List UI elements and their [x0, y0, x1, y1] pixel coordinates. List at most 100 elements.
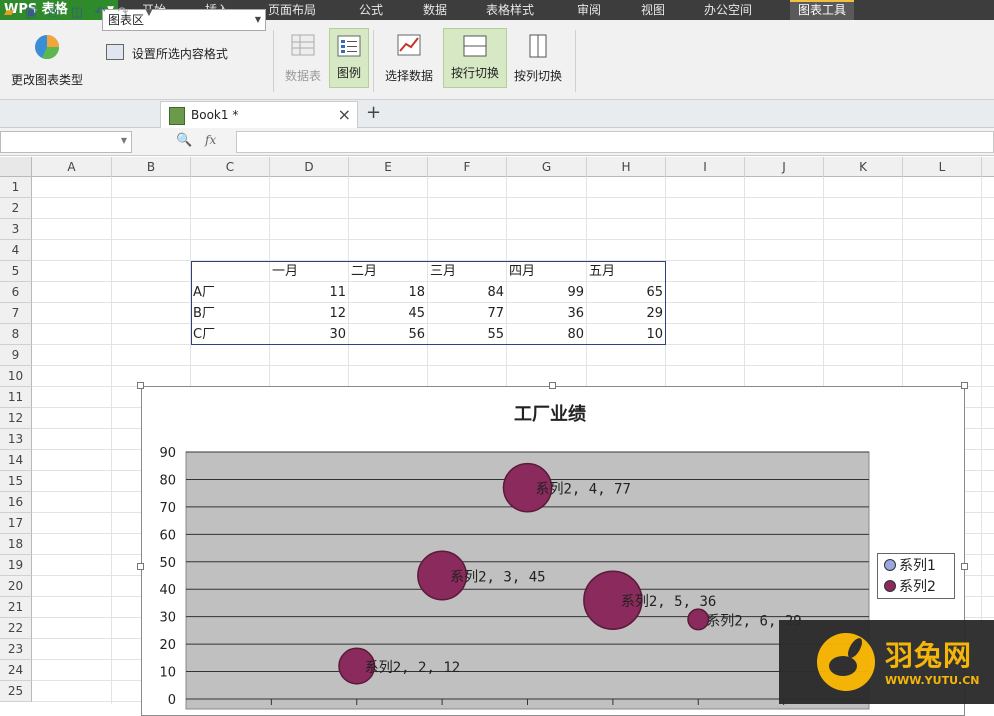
col-header-e[interactable]: E: [349, 157, 428, 177]
tab-office-space[interactable]: 办公空间: [704, 0, 752, 20]
data-table-label: 数据表: [284, 69, 321, 83]
undo-icon[interactable]: ↶: [93, 6, 107, 20]
zoom-search-icon[interactable]: 🔍: [176, 133, 192, 148]
row-header-25[interactable]: 25: [0, 681, 32, 702]
switch-row-icon: [463, 35, 487, 57]
tab-chart-tools[interactable]: 图表工具: [790, 0, 855, 22]
redo-icon[interactable]: ↷: [116, 6, 130, 20]
row-header-4[interactable]: 4: [0, 240, 32, 261]
row-header-20[interactable]: 20: [0, 576, 32, 597]
y-tick-label[interactable]: 70: [159, 501, 176, 516]
row-header-10[interactable]: 10: [0, 366, 32, 387]
row-header-14[interactable]: 14: [0, 450, 32, 471]
legend-series2-label: 系列2: [899, 579, 936, 595]
format-selection-button[interactable]: 设置所选内容格式: [106, 44, 228, 64]
rabbit-logo-icon: [817, 633, 875, 691]
select-all-corner[interactable]: [0, 157, 32, 177]
row-header-2[interactable]: 2: [0, 198, 32, 219]
y-tick-label[interactable]: 20: [159, 638, 176, 653]
fx-label[interactable]: fx: [205, 133, 216, 147]
print-preview-icon[interactable]: ◫: [70, 6, 84, 20]
bubble-data-label[interactable]: 系列2, 4, 77: [536, 482, 631, 498]
data-table-button[interactable]: 数据表: [280, 28, 326, 90]
col-header-l[interactable]: L: [903, 157, 982, 177]
row-header-19[interactable]: 19: [0, 555, 32, 576]
col-header-k[interactable]: K: [824, 157, 903, 177]
name-box[interactable]: ▼: [0, 131, 132, 153]
row-header-24[interactable]: 24: [0, 660, 32, 681]
bubble-data-label[interactable]: 系列2, 3, 45: [450, 570, 545, 586]
ribbon-separator: [373, 30, 374, 92]
col-header-h[interactable]: H: [587, 157, 666, 177]
legend-item-series2[interactable]: 系列2: [884, 577, 936, 597]
select-data-button[interactable]: 选择数据: [379, 28, 439, 90]
bubble-data-label[interactable]: 系列2, 2, 12: [365, 660, 460, 676]
row-header-13[interactable]: 13: [0, 429, 32, 450]
tab-formulas[interactable]: 公式: [359, 0, 383, 20]
document-tab-name: Book1 *: [191, 108, 239, 122]
row-header-5[interactable]: 5: [0, 261, 32, 282]
row-header-17[interactable]: 17: [0, 513, 32, 534]
row-header-6[interactable]: 6: [0, 282, 32, 303]
switch-by-col-label: 按列切换: [513, 69, 562, 83]
col-header-i[interactable]: I: [666, 157, 745, 177]
tab-review[interactable]: 审阅: [577, 0, 601, 20]
col-header-j[interactable]: J: [745, 157, 824, 177]
ribbon-separator: [273, 30, 274, 92]
row-header-16[interactable]: 16: [0, 492, 32, 513]
chevron-down-icon: ▼: [254, 15, 261, 24]
row-header-15[interactable]: 15: [0, 471, 32, 492]
formula-input[interactable]: [236, 131, 994, 153]
switch-by-row-button[interactable]: 按行切换: [443, 28, 507, 88]
y-tick-label[interactable]: 90: [159, 446, 176, 461]
open-folder-icon[interactable]: ▰: [2, 6, 16, 20]
series2-marker-icon: [884, 580, 896, 592]
change-chart-type-label: 更改图表类型: [10, 73, 83, 87]
y-tick-label[interactable]: 50: [159, 556, 176, 571]
y-tick-label[interactable]: 30: [159, 611, 176, 626]
format-selection-label: 设置所选内容格式: [131, 47, 228, 61]
col-header-b[interactable]: B: [112, 157, 191, 177]
save-icon[interactable]: ▣: [24, 6, 38, 20]
row-header-7[interactable]: 7: [0, 303, 32, 324]
row-header-3[interactable]: 3: [0, 219, 32, 240]
y-tick-label[interactable]: 10: [159, 666, 176, 681]
y-tick-label[interactable]: 80: [159, 473, 176, 488]
row-header-23[interactable]: 23: [0, 639, 32, 660]
y-tick-label[interactable]: 0: [168, 693, 176, 708]
chevron-down-icon: ▼: [120, 136, 127, 145]
switch-column-icon: [529, 34, 547, 58]
legend-item-series1[interactable]: 系列1: [884, 556, 936, 576]
chart-legend[interactable]: 系列1 系列2: [877, 553, 955, 599]
new-tab-plus-icon[interactable]: +: [366, 102, 381, 123]
ribbon-separator: [575, 30, 576, 92]
bubble-data-label[interactable]: 系列2, 5, 36: [621, 594, 716, 610]
row-header-21[interactable]: 21: [0, 597, 32, 618]
row-header-9[interactable]: 9: [0, 345, 32, 366]
tab-view[interactable]: 视图: [641, 0, 665, 20]
y-tick-label[interactable]: 60: [159, 528, 176, 543]
col-header-c[interactable]: C: [191, 157, 270, 177]
change-chart-type-button[interactable]: 更改图表类型: [4, 24, 90, 94]
col-header-d[interactable]: D: [270, 157, 349, 177]
grid-row-line: [32, 365, 994, 366]
col-header-g[interactable]: G: [507, 157, 587, 177]
customize-dropdown-icon[interactable]: ▼: [142, 6, 156, 20]
quick-access-toolbar: [0, 100, 994, 128]
tab-page-layout[interactable]: 页面布局: [268, 0, 316, 20]
tab-data[interactable]: 数据: [423, 0, 447, 20]
print-icon[interactable]: ⎙: [47, 6, 61, 20]
watermark-url: WWW.YUTU.CN: [885, 674, 980, 687]
col-header-a[interactable]: A: [32, 157, 112, 177]
col-header-f[interactable]: F: [428, 157, 507, 177]
tab-table-style[interactable]: 表格样式: [486, 0, 534, 20]
switch-by-col-button[interactable]: 按列切换: [508, 28, 568, 90]
row-header-18[interactable]: 18: [0, 534, 32, 555]
row-header-1[interactable]: 1: [0, 177, 32, 198]
row-header-8[interactable]: 8: [0, 324, 32, 345]
y-tick-label[interactable]: 40: [159, 583, 176, 598]
document-tab[interactable]: Book1 * ×: [160, 101, 358, 128]
legend-button[interactable]: 图例: [329, 28, 369, 88]
close-icon[interactable]: ×: [338, 105, 351, 124]
row-header-22[interactable]: 22: [0, 618, 32, 639]
